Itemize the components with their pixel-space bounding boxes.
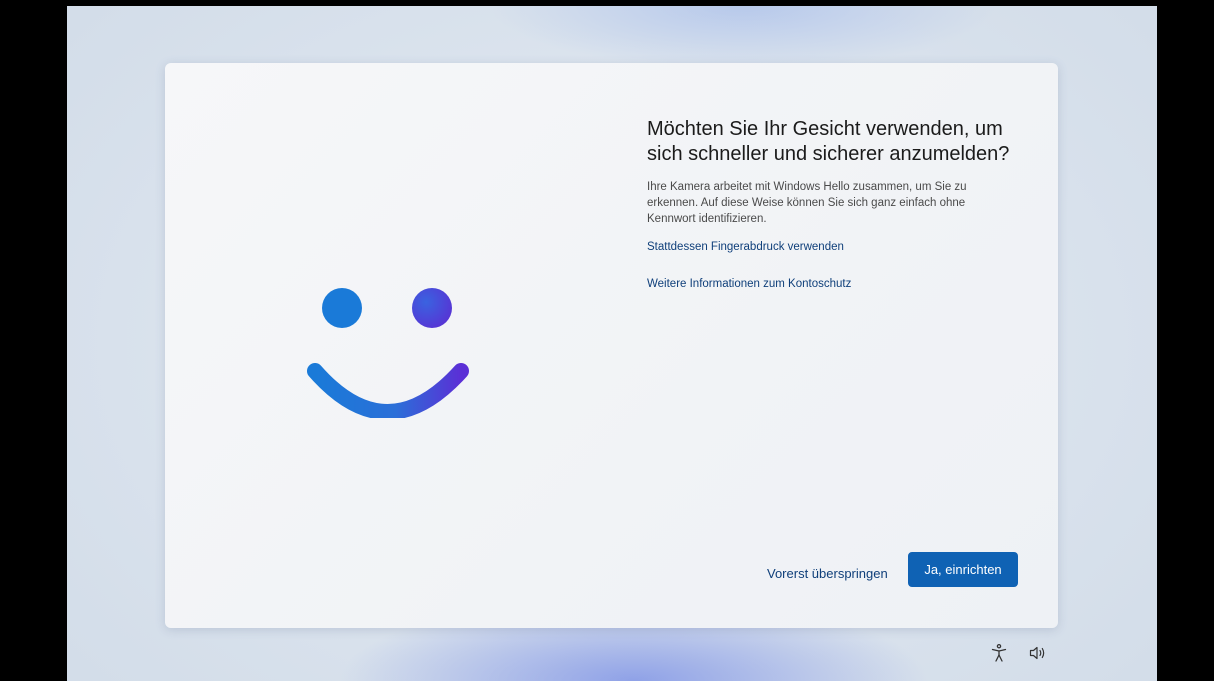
skip-button[interactable]: Vorerst überspringen (767, 566, 888, 581)
page-title: Möchten Sie Ihr Gesicht verwenden, um si… (647, 118, 1010, 165)
description-text: Ihre Kamera arbeitet mit Windows Hello z… (647, 181, 967, 225)
volume-icon[interactable] (1028, 643, 1048, 663)
accessibility-icon[interactable] (989, 643, 1009, 663)
content-panel: Möchten Sie Ihr Gesicht verwenden, um si… (647, 117, 1027, 290)
windows-hello-face-icon (303, 278, 473, 423)
setup-card: Möchten Sie Ihr Gesicht verwenden, um si… (165, 63, 1058, 628)
oobe-background: Möchten Sie Ihr Gesicht verwenden, um si… (67, 6, 1157, 681)
more-info-link[interactable]: Weitere Informationen zum Kontoschutz (647, 278, 1027, 290)
use-fingerprint-link[interactable]: Stattdessen Fingerabdruck verwenden (647, 241, 1027, 253)
setup-button[interactable]: Ja, einrichten (908, 552, 1018, 587)
